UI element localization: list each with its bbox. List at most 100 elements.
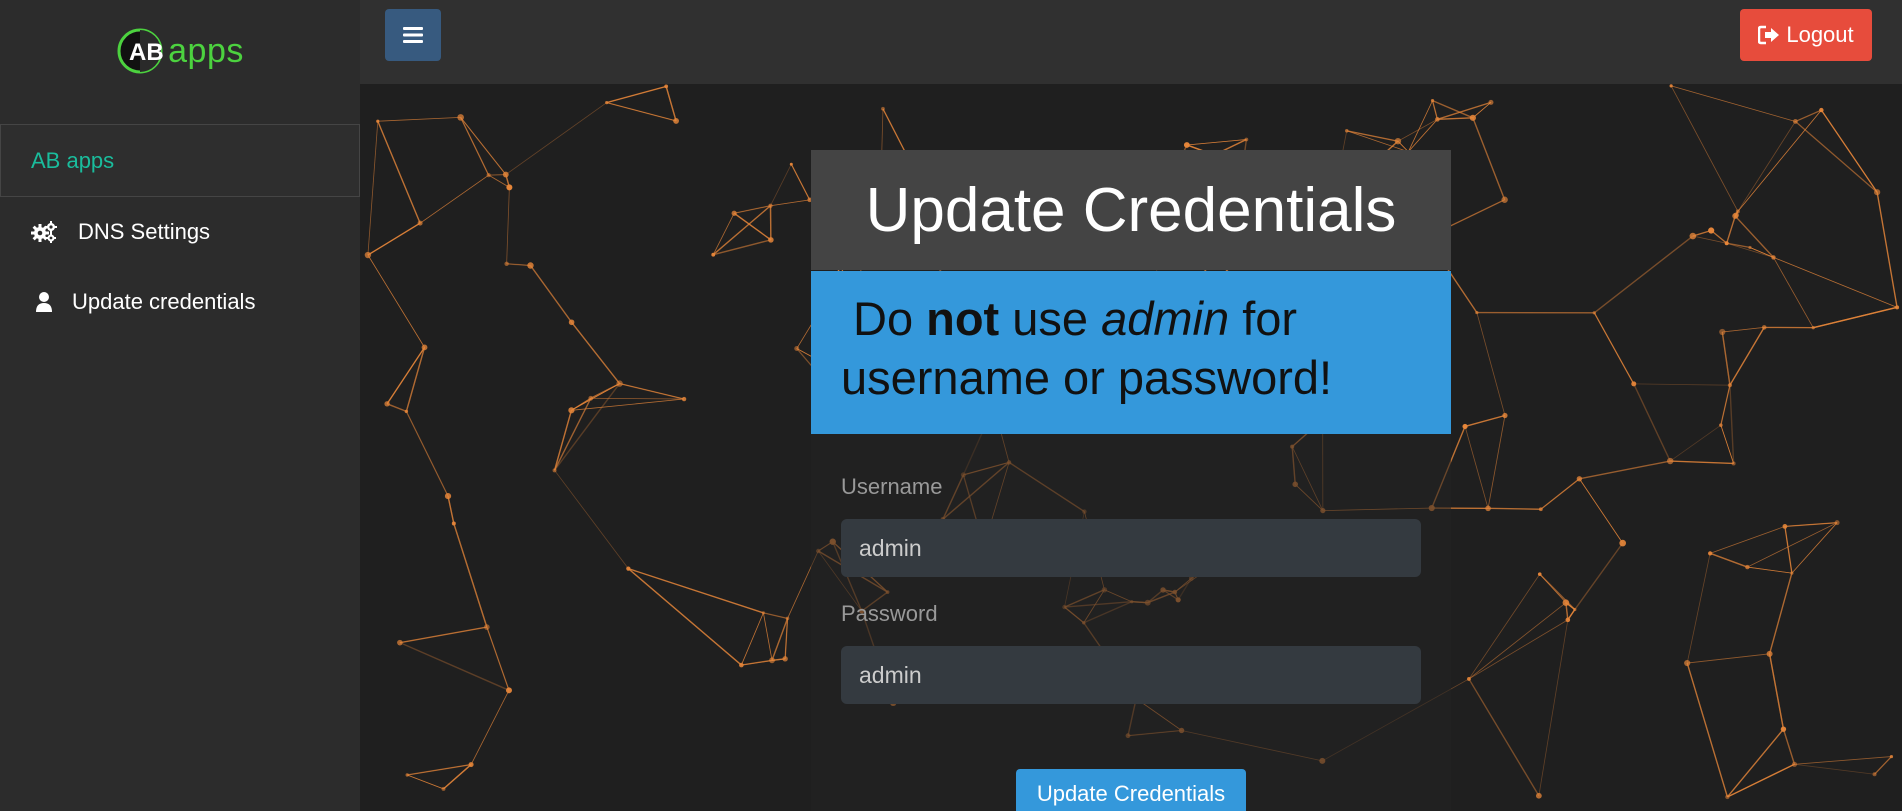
network-node xyxy=(444,493,452,500)
username-input[interactable]: admin xyxy=(841,519,1421,577)
network-line xyxy=(1709,526,1786,554)
network-line xyxy=(1472,117,1506,200)
network-node xyxy=(1708,227,1715,234)
sidebar-nav: AB apps DNS Settings Update credentials xyxy=(0,124,360,337)
network-node xyxy=(673,118,679,124)
network-line xyxy=(741,612,764,666)
network-line xyxy=(1579,478,1624,544)
network-line xyxy=(377,120,421,224)
brand[interactable]: AB apps xyxy=(0,0,360,102)
network-node xyxy=(417,220,423,226)
network-line xyxy=(1431,100,1439,120)
network-node xyxy=(1834,520,1840,526)
network-node xyxy=(1811,325,1815,330)
network-node xyxy=(505,687,512,694)
network-node xyxy=(1535,792,1542,799)
network-node xyxy=(1592,311,1597,315)
sidebar-item-dns-settings[interactable]: DNS Settings xyxy=(0,197,360,267)
logout-label: Logout xyxy=(1786,22,1854,47)
network-node xyxy=(785,616,790,621)
network-line xyxy=(733,212,772,241)
network-node xyxy=(761,611,765,615)
ab-logo-icon: AB xyxy=(117,28,164,74)
network-node xyxy=(1562,599,1570,606)
network-node xyxy=(1689,232,1697,240)
warning-alert: Do not use admin for username or passwor… xyxy=(811,271,1451,434)
network-line xyxy=(1574,542,1624,610)
network-line xyxy=(1709,552,1748,568)
network-node xyxy=(1488,99,1494,105)
page-title: Update Credentials xyxy=(865,175,1397,245)
update-credentials-button[interactable]: Update Credentials xyxy=(1016,769,1246,811)
network-line xyxy=(1432,99,1474,119)
network-node xyxy=(1727,383,1733,388)
card-header: Update Credentials xyxy=(811,150,1451,270)
network-line xyxy=(1749,247,1774,258)
logout-button[interactable]: Logout xyxy=(1740,9,1872,61)
warning-bold-text: not xyxy=(926,292,1000,345)
main-content: Update Credentials Do not use admin for … xyxy=(360,84,1902,811)
network-line xyxy=(1726,728,1784,798)
network-node xyxy=(1430,99,1435,103)
network-line xyxy=(1721,331,1731,386)
network-line xyxy=(1464,426,1489,509)
sidebar-item-update-credentials[interactable]: Update credentials xyxy=(0,267,360,337)
network-line xyxy=(1397,118,1438,142)
network-line xyxy=(1593,312,1635,385)
network-line xyxy=(1729,327,1765,386)
network-node xyxy=(1669,84,1673,88)
network-node xyxy=(789,162,793,166)
hamburger-icon xyxy=(403,27,423,43)
sidebar-item-ab-apps[interactable]: AB apps xyxy=(0,124,360,197)
network-line xyxy=(486,626,510,691)
warning-text: Do xyxy=(853,292,927,345)
network-node xyxy=(1719,423,1723,427)
network-node xyxy=(1724,241,1729,246)
network-node xyxy=(768,237,774,243)
network-line xyxy=(1795,109,1822,122)
network-line xyxy=(1784,522,1838,527)
network-node xyxy=(504,261,509,266)
network-node xyxy=(1745,564,1750,570)
warning-text-line2: username or password! xyxy=(841,351,1333,404)
network-line xyxy=(770,199,810,207)
sidebar-item-label: Update credentials xyxy=(72,289,256,314)
network-node xyxy=(1872,772,1877,777)
network-line xyxy=(460,117,507,175)
network-node xyxy=(441,786,446,791)
menu-toggle-button[interactable] xyxy=(385,9,441,61)
brand-logo: AB apps xyxy=(116,27,244,75)
network-line xyxy=(770,164,792,206)
network-node xyxy=(1394,137,1402,145)
network-node xyxy=(1183,142,1190,148)
network-node xyxy=(568,319,575,326)
password-input[interactable]: admin xyxy=(841,646,1421,704)
network-node xyxy=(1819,107,1824,113)
sidebar-item-label: DNS Settings xyxy=(78,219,211,244)
network-line xyxy=(1633,383,1671,462)
warning-text: use xyxy=(999,292,1102,345)
network-node xyxy=(588,395,594,401)
network-node xyxy=(1501,196,1508,203)
network-line xyxy=(1539,573,1576,611)
network-node xyxy=(1667,457,1674,465)
network-node xyxy=(768,203,773,208)
network-node xyxy=(664,84,669,89)
network-line xyxy=(470,690,510,765)
network-line xyxy=(1726,215,1736,244)
network-line xyxy=(1737,121,1796,212)
network-node xyxy=(616,380,623,387)
network-line xyxy=(506,187,510,264)
network-line xyxy=(506,263,531,267)
network-line xyxy=(386,346,426,405)
network-node xyxy=(364,251,372,259)
network-line xyxy=(1408,119,1438,153)
network-node xyxy=(1344,128,1349,133)
network-line xyxy=(1747,566,1792,574)
network-node xyxy=(1791,761,1798,767)
network-line xyxy=(1768,653,1785,730)
network-node xyxy=(421,344,428,351)
network-node xyxy=(1573,607,1577,612)
network-line xyxy=(1813,306,1898,329)
network-node xyxy=(1733,212,1739,218)
